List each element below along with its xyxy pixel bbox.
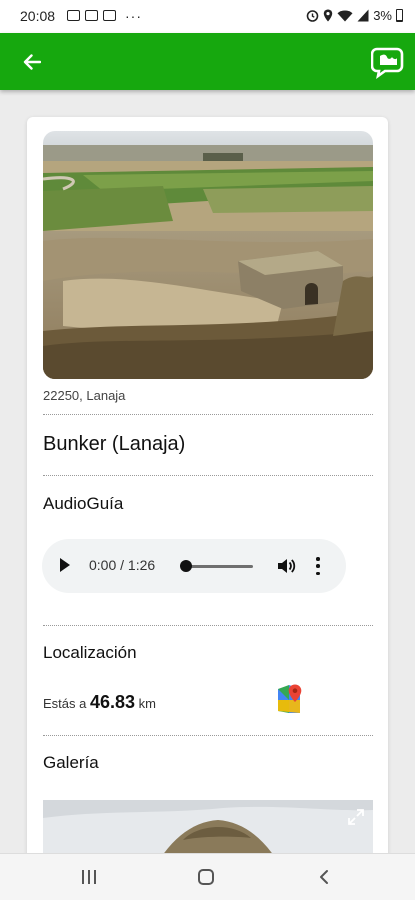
wifi-icon <box>337 10 353 22</box>
arrow-left-icon <box>23 54 41 70</box>
place-photo[interactable] <box>43 131 373 379</box>
audio-guide-heading: AudioGuía <box>43 494 124 513</box>
location-icon <box>324 9 333 22</box>
calendar-notification-icon <box>103 10 116 21</box>
distance-text: Estás a 46.83 km <box>43 692 156 713</box>
status-system-icons: 3% <box>306 8 403 23</box>
audio-player: 0:00 / 1:26 <box>42 539 346 593</box>
distance-prefix: Estás a <box>43 696 87 711</box>
location-heading: Localización <box>43 643 137 662</box>
status-notification-icons: ··· <box>67 7 142 24</box>
gallery-heading: Galería <box>43 753 99 772</box>
place-address: 22250, Lanaja <box>43 388 126 403</box>
app-bar <box>0 33 415 90</box>
distance-unit: km <box>138 696 156 711</box>
audio-time: 0:00 / 1:26 <box>89 557 156 573</box>
back-button[interactable] <box>18 48 46 76</box>
play-icon[interactable] <box>60 558 70 572</box>
status-time: 20:08 <box>20 8 56 24</box>
more-notifications-icon: ··· <box>125 7 142 24</box>
audio-seek-thumb[interactable] <box>180 560 192 572</box>
app-logo-icon[interactable] <box>371 45 405 79</box>
divider <box>43 475 373 476</box>
google-maps-icon[interactable] <box>275 683 307 715</box>
back-chevron-icon[interactable] <box>316 868 334 886</box>
expand-icon[interactable] <box>347 808 365 826</box>
divider <box>43 414 373 415</box>
place-card: 22250, Lanaja Bunker (Lanaja) AudioGuía … <box>27 117 388 877</box>
recent-apps-icon[interactable] <box>82 870 96 884</box>
audio-more-options-icon[interactable] <box>314 557 322 575</box>
audio-seek-bar[interactable] <box>182 565 253 568</box>
image-notification-icon <box>67 10 80 21</box>
status-bar: 20:08 ··· 3% <box>0 0 415 33</box>
divider <box>43 735 373 736</box>
home-icon[interactable] <box>198 869 214 885</box>
battery-percent: 3% <box>373 8 392 23</box>
screen-notification-icon <box>85 10 98 21</box>
distance-value: 46.83 <box>89 692 136 712</box>
place-title: Bunker (Lanaja) <box>43 433 186 455</box>
divider <box>43 625 373 626</box>
battery-icon <box>396 9 403 22</box>
system-navigation-bar <box>0 853 415 900</box>
volume-icon[interactable] <box>276 556 296 576</box>
alarm-icon <box>306 10 319 22</box>
signal-icon <box>357 9 369 22</box>
